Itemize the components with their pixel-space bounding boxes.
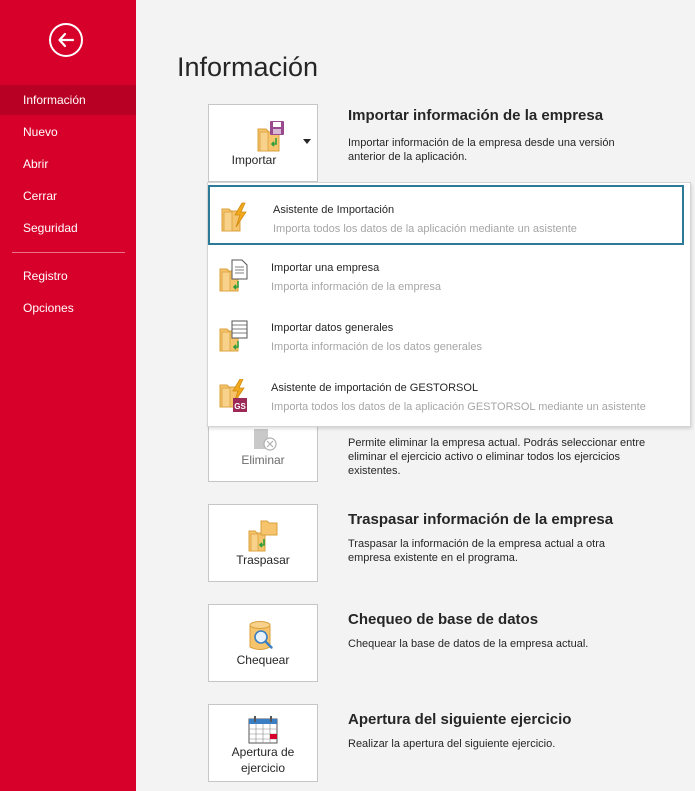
nav-item-nuevo[interactable]: Nuevo: [0, 117, 136, 147]
check-button[interactable]: Chequear: [208, 604, 318, 682]
nav-item-registro[interactable]: Registro: [0, 261, 136, 291]
nav-item-informacion[interactable]: Información: [0, 85, 136, 115]
opening-section-description: Realizar la apertura del siguiente ejerc…: [348, 738, 556, 750]
page-title: Información: [177, 52, 319, 82]
sidebar: Información Nuevo Abrir Cerrar Seguridad…: [0, 0, 136, 791]
transfer-button-label: Traspasar: [236, 553, 290, 567]
nav-item-opciones[interactable]: Opciones: [0, 293, 136, 323]
gestorsol-import-icon: GS: [219, 379, 247, 412]
back-button[interactable]: [49, 23, 83, 57]
dropdown-item-description: Importa información de los datos general…: [271, 341, 482, 353]
transfer-button[interactable]: Traspasar: [208, 504, 318, 582]
database-check-icon: [249, 621, 273, 650]
dropdown-item-asistente-importacion[interactable]: Asistente de Importación Importa todos l…: [208, 185, 684, 245]
import-section-description: Importar información de la empresa desde…: [348, 137, 615, 163]
import-dropdown-menu: Asistente de Importación Importa todos l…: [207, 182, 691, 427]
check-button-label: Chequear: [236, 653, 290, 667]
document-import-icon: [219, 259, 248, 292]
check-section-title: Chequeo de base de datos: [348, 611, 539, 628]
import-folder-icon: [257, 121, 284, 152]
opening-button[interactable]: Apertura de ejercicio: [208, 704, 318, 782]
gestorsol-badge: GS: [234, 402, 246, 411]
dropdown-item-title: Importar una empresa: [271, 262, 380, 274]
calendar-icon: [248, 716, 278, 744]
opening-section-title: Apertura del siguiente ejercicio: [348, 711, 572, 728]
dropdown-item-asistente-gestorsol[interactable]: GS Asistente de importación de GESTORSOL…: [208, 365, 690, 425]
dropdown-item-description: Importa todos los datos de la aplicación…: [273, 223, 577, 235]
import-section-title: Importar información de la empresa: [348, 107, 604, 124]
opening-button-label-line2: ejercicio: [240, 761, 285, 775]
nav-divider: [12, 252, 125, 253]
back-arrow-icon: [58, 32, 75, 48]
dropdown-item-title: Asistente de Importación: [273, 204, 395, 216]
dropdown-item-title: Importar datos generales: [271, 322, 394, 334]
nav-item-cerrar[interactable]: Cerrar: [0, 181, 136, 211]
import-button-label: Importar: [231, 153, 277, 167]
import-button[interactable]: Importar: [208, 104, 318, 182]
opening-button-label-line1: Apertura de: [231, 745, 295, 759]
dropdown-item-title: Asistente de importación de GESTORSOL: [271, 382, 479, 394]
check-section-description: Chequear la base de datos de la empresa …: [348, 638, 589, 650]
transfer-folders-icon: [248, 520, 278, 552]
dropdown-item-importar-empresa[interactable]: Importar una empresa Importa información…: [208, 245, 690, 305]
nav-item-abrir[interactable]: Abrir: [0, 149, 136, 179]
table-import-icon: [219, 320, 248, 352]
dropdown-item-importar-datos-generales[interactable]: Importar datos generales Importa informa…: [208, 305, 690, 365]
nav-item-seguridad[interactable]: Seguridad: [0, 213, 136, 243]
lightning-folder-icon: [221, 202, 247, 232]
delete-button-label: Eliminar: [241, 453, 285, 467]
dropdown-item-description: Importa todos los datos de la aplicación…: [271, 401, 646, 413]
delete-icon: [254, 429, 277, 451]
delete-section-description: Permite eliminar la empresa actual. Podr…: [348, 437, 646, 477]
dropdown-item-description: Importa información de la empresa: [271, 281, 441, 293]
chevron-down-icon[interactable]: [303, 139, 311, 145]
transfer-section-title: Traspasar información de la empresa: [348, 511, 614, 528]
transfer-section-description: Traspasar la información de la empresa a…: [348, 538, 605, 564]
